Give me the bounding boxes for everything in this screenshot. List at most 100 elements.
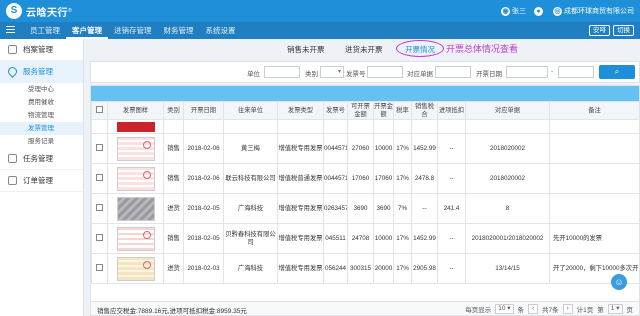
- sidebar-item-archive[interactable]: 档案管理: [0, 39, 83, 61]
- column-header: 税率: [393, 101, 412, 120]
- row-checkbox[interactable]: [96, 203, 103, 211]
- date-start-input[interactable]: [506, 66, 548, 78]
- cell-avail: 300315: [347, 253, 374, 284]
- sidebar-item-order[interactable]: 订单管理: [0, 170, 83, 192]
- invoice-thumbnail[interactable]: [116, 166, 155, 191]
- main-nav: 员工管理 客户管理 进销存管理 财务管理 系统设置 安啡 切换: [0, 22, 640, 39]
- menu-icon[interactable]: [6, 26, 15, 35]
- category-select[interactable]: ▾: [320, 66, 344, 78]
- service-submenu: 受理中心 费用催收 物流管理 发票管理 服务记录: [0, 83, 83, 148]
- column-header: 可开票金额: [347, 101, 374, 120]
- pager: 每页显示 10 ▾ 条 ‹ 共7条 › 计1页 第 1 ▾ 页: [465, 304, 633, 314]
- column-header: 进项抵扣: [437, 101, 466, 120]
- cell-deduct: --: [437, 223, 466, 254]
- cell-note: [549, 119, 640, 134]
- nav-item[interactable]: 财务管理: [158, 22, 200, 39]
- cell-sales_tax: [411, 119, 438, 134]
- logo-mark: S: [6, 3, 22, 19]
- invoice-thumbnail[interactable]: [116, 196, 155, 221]
- tab-sales-uninvoiced[interactable]: 销售未开票: [287, 44, 325, 55]
- date-label: 开票日期: [476, 71, 502, 78]
- app-logo[interactable]: S 云晗天行 ®: [6, 3, 72, 19]
- table-row[interactable]: 销售2018-02-06联云科技有限公司增值税普通发票0044571117060…: [91, 163, 640, 194]
- prev-page-icon[interactable]: ‹: [528, 304, 539, 314]
- invoice-no-input[interactable]: [367, 66, 403, 78]
- user-menu[interactable]: ◉ 张三: [501, 6, 526, 16]
- chat-icon[interactable]: ☺: [611, 274, 627, 290]
- sidebar: 档案管理 服务管理 受理中心 费用催收 物流管理 发票管理 服务记录 任务管理 订单管理: [0, 39, 84, 316]
- cell-doc: 8: [465, 193, 550, 224]
- row-select-cell: [91, 223, 108, 254]
- invoice-thumb-cell: [107, 253, 164, 284]
- sidebar-subitem[interactable]: 发票管理: [0, 122, 83, 135]
- date-end-input[interactable]: [558, 66, 594, 78]
- page-count: 计1页: [576, 307, 594, 314]
- column-header: 类别: [163, 101, 184, 120]
- tab-purchase-uninvoiced[interactable]: 进货未开票: [345, 44, 383, 55]
- company-label: 成都环球商贸有限公司: [564, 8, 634, 15]
- company-name[interactable]: ◎ 成都环球商贸有限公司: [553, 6, 634, 16]
- cell-unit: 广海科技: [223, 193, 278, 224]
- doc-input[interactable]: [435, 66, 471, 78]
- column-header: 开票日期: [183, 101, 224, 120]
- invoice-thumbnail[interactable]: [116, 226, 155, 251]
- nav-button-1[interactable]: 安啡: [589, 25, 610, 36]
- column-header: 发票图样: [107, 101, 164, 120]
- sidebar-subitem[interactable]: 物流管理: [0, 109, 83, 122]
- cell-amount: 10000: [373, 223, 394, 254]
- cell-date: 2018-02-03: [183, 253, 224, 284]
- table-row[interactable]: 销售 2018-02-05 贝黔春科技有限公司 增值税专用发票 045511 24708 1…: [91, 223, 640, 254]
- row-checkbox[interactable]: [96, 143, 103, 151]
- cell-avail: 17060: [347, 163, 374, 194]
- cell-no: 02634571: [323, 193, 348, 224]
- cell-unit: 广海科技: [223, 253, 278, 284]
- sidebar-subitem[interactable]: 受理中心: [0, 83, 83, 96]
- page-prefix: 第: [597, 307, 604, 314]
- search-button[interactable]: ⌕: [599, 65, 635, 79]
- unit-input[interactable]: [264, 66, 300, 78]
- cell-amount: 17060: [373, 163, 394, 194]
- table-row[interactable]: 进货 2018-02-03 广海科技 增值税专用发票 056244 300315 20000…: [91, 253, 640, 284]
- annotation-circle: [396, 40, 444, 57]
- page-select[interactable]: 1 ▾: [607, 304, 623, 314]
- cell-date: 2018-02-05: [183, 223, 224, 254]
- nav-item[interactable]: 客户管理: [66, 22, 108, 39]
- sidebar-item-task[interactable]: 任务管理: [0, 148, 83, 170]
- table-row[interactable]: [91, 119, 640, 134]
- cell-deduct: 241.4: [437, 193, 466, 224]
- per-page-select[interactable]: 10 ▾: [495, 304, 514, 314]
- nav-item[interactable]: 员工管理: [24, 22, 66, 39]
- row-checkbox[interactable]: [96, 263, 103, 271]
- cell-no: 056244: [323, 253, 348, 284]
- cell-rate: 17%: [393, 253, 412, 284]
- logo-text: 云晗天行: [26, 7, 68, 19]
- invoice-thumbnail[interactable]: [116, 121, 155, 132]
- cell-type: 增值税专用发票: [277, 193, 324, 224]
- table-row[interactable]: 进货2018-02-05广海科技增值税专用发票02634571369036907…: [91, 193, 640, 224]
- bell-icon[interactable]: ●: [534, 6, 543, 16]
- sidebar-item-label: 订单管理: [23, 176, 53, 185]
- invoice-grid: 发票图样 类别 开票日期 往来单位 发票类型 发票号 可开票金额 开票金额 税率 销售税合 进项抵扣…: [90, 85, 640, 316]
- sidebar-item-service[interactable]: 服务管理: [0, 61, 83, 83]
- cell-rate: 17%: [393, 223, 412, 254]
- nav-item[interactable]: 进销存管理: [108, 22, 158, 39]
- row-select-cell: [91, 193, 108, 224]
- nav-button-2[interactable]: 切换: [613, 25, 634, 36]
- sidebar-subitem[interactable]: 服务记录: [0, 135, 83, 148]
- invoice-thumbnail[interactable]: [116, 256, 155, 281]
- row-checkbox[interactable]: [96, 233, 103, 241]
- cell-category: [163, 119, 184, 134]
- cell-no: 00445711: [323, 163, 348, 194]
- search-icon: ⌕: [614, 67, 620, 76]
- nav-item[interactable]: 系统设置: [200, 22, 242, 39]
- cell-date: 2018-02-06: [183, 163, 224, 194]
- next-page-icon[interactable]: ›: [562, 304, 573, 314]
- row-select-cell: [91, 133, 108, 164]
- select-all-checkbox[interactable]: [96, 105, 103, 113]
- sidebar-subitem[interactable]: 费用催收: [0, 96, 83, 109]
- invoice-thumbnail[interactable]: [116, 136, 155, 161]
- row-checkbox[interactable]: [96, 173, 103, 181]
- table-row[interactable]: 销售2018-02-06黄三梅增值税专用发票004457112706010000…: [91, 133, 640, 164]
- annotation-text: 开票总体情况查看: [446, 45, 519, 55]
- sidebar-item-label: 任务管理: [23, 154, 53, 163]
